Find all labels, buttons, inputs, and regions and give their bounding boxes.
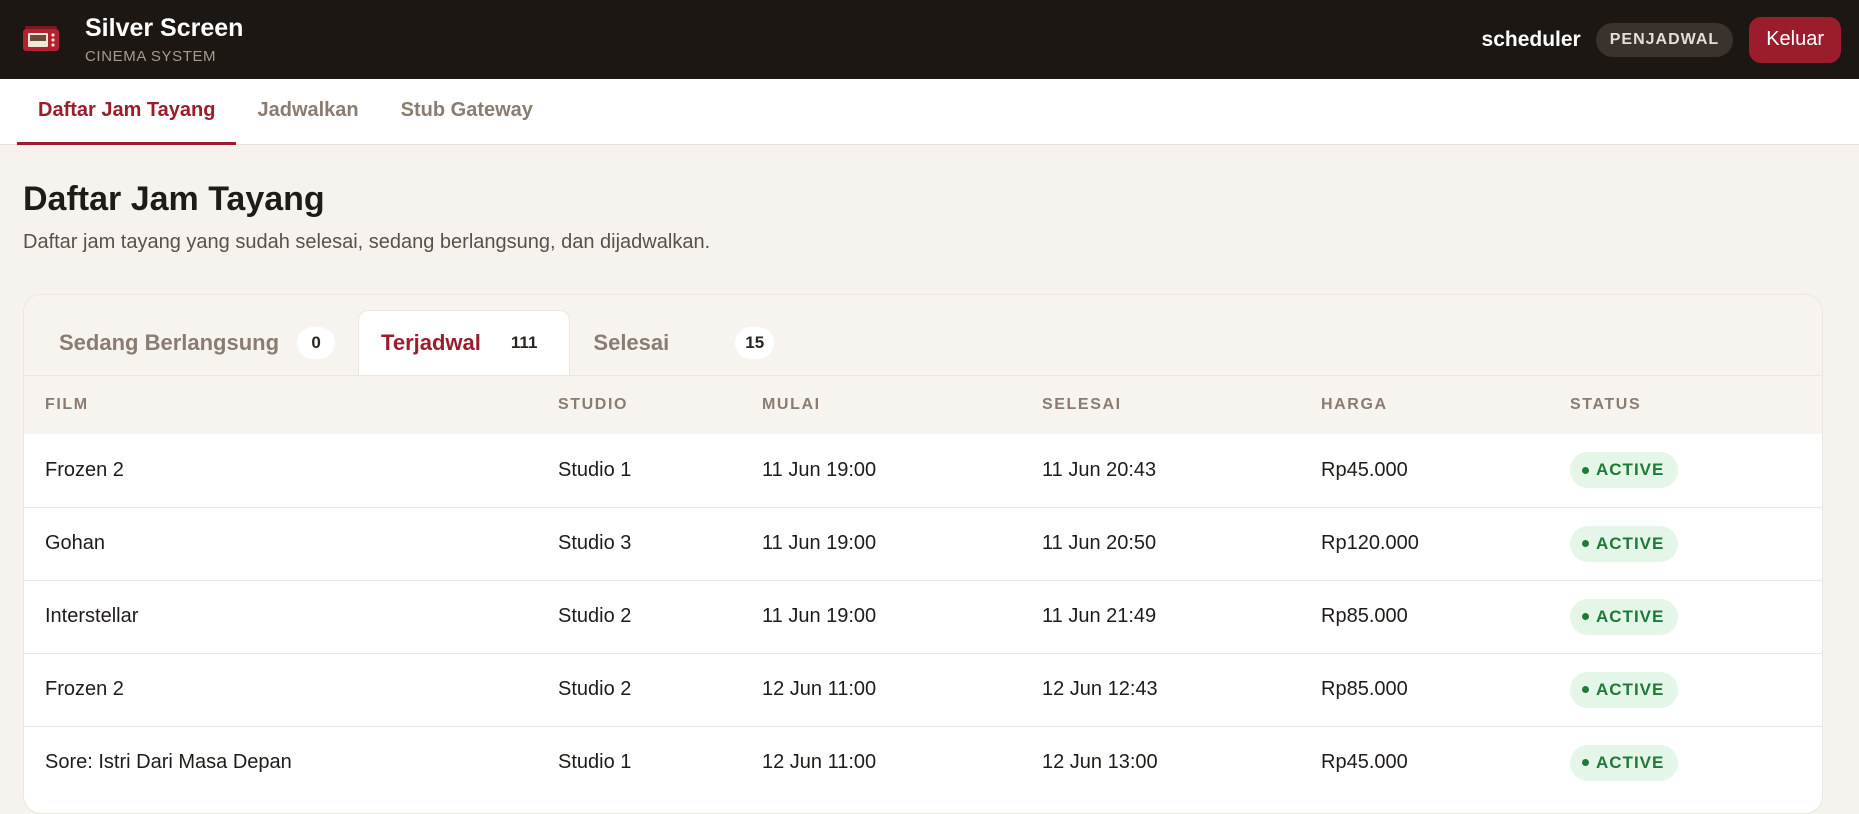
cell-film: Frozen 2: [45, 458, 124, 481]
cell-studio: Studio 3: [558, 532, 632, 554]
status-badge: ACTIVE: [1570, 452, 1679, 489]
status-dot-icon: [1582, 613, 1589, 620]
role-badge: PENJADWAL: [1595, 22, 1734, 57]
cinema-ticket-icon: [23, 25, 59, 51]
cell-studio: Studio 1: [558, 458, 632, 481]
cell-status: ACTIVE: [1549, 726, 1822, 799]
cell-harga: Rp45.000: [1321, 751, 1408, 774]
status-badge: ACTIVE: [1570, 671, 1679, 708]
table-header-row: FILM STUDIO MULAI SELESAI HARGA STATUS: [24, 376, 1822, 434]
cell-film: Sore: Istri Dari Masa Depan: [45, 751, 292, 774]
logout-button[interactable]: Keluar: [1749, 16, 1841, 63]
cell-status: ACTIVE: [1549, 580, 1822, 653]
cell-film: Gohan: [45, 532, 106, 554]
status-dot-icon: [1582, 686, 1589, 693]
status-tab-label: Selesai: [593, 330, 670, 355]
nav-tab-jadwalkan[interactable]: Jadwalkan: [236, 79, 379, 145]
cell-studio: Studio 2: [558, 678, 632, 700]
cell-mulai: 11 Jun 19:00: [762, 605, 877, 627]
cell-studio: Studio 1: [558, 751, 632, 774]
status-tab-selesai[interactable]: Selesai 15: [570, 310, 797, 375]
brand-title: Silver Screen: [85, 14, 244, 42]
status-tab-terjadwal[interactable]: Terjadwal 111: [358, 310, 571, 375]
cell-studio: Studio 2: [558, 605, 632, 627]
brand: Silver Screen CINEMA SYSTEM: [22, 14, 243, 65]
showtimes-card: Sedang Berlangsung 0 Terjadwal 111 Seles…: [23, 294, 1823, 814]
column-header-mulai: MULAI: [762, 396, 821, 413]
column-header-film: FILM: [45, 396, 89, 413]
cell-selesai: 12 Jun 12:43: [1042, 678, 1158, 700]
brand-subtitle: CINEMA SYSTEM: [85, 48, 217, 65]
cell-harga: Rp85.000: [1321, 678, 1408, 700]
status-tab-sedang-berlangsung[interactable]: Sedang Berlangsung 0: [36, 310, 358, 375]
top-header: Silver Screen CINEMA SYSTEM scheduler PE…: [0, 0, 1859, 79]
cell-harga: Rp45.000: [1321, 458, 1408, 481]
status-tab-label: Terjadwal: [381, 330, 481, 355]
status-dot-icon: [1582, 540, 1589, 547]
status-badge: ACTIVE: [1570, 525, 1679, 562]
username: scheduler: [1481, 27, 1581, 51]
status-badge: ACTIVE: [1570, 744, 1679, 781]
cell-status: ACTIVE: [1549, 653, 1822, 726]
table-row[interactable]: Gohan Studio 3 11 Jun 19:00 11 Jun 20:50…: [24, 507, 1822, 580]
status-tabs: Sedang Berlangsung 0 Terjadwal 111 Seles…: [24, 295, 1822, 376]
cell-status: ACTIVE: [1549, 507, 1822, 580]
cell-selesai: 11 Jun 20:43: [1042, 458, 1157, 481]
status-dot-icon: [1582, 759, 1589, 767]
cell-mulai: 12 Jun 11:00: [762, 751, 877, 774]
cell-harga: Rp120.000: [1321, 532, 1419, 554]
main-nav: Daftar Jam Tayang Jadwalkan Stub Gateway: [0, 79, 1859, 145]
cell-harga: Rp85.000: [1321, 605, 1408, 627]
column-header-status: STATUS: [1570, 396, 1642, 413]
nav-tab-daftar-jam-tayang[interactable]: Daftar Jam Tayang: [17, 79, 237, 145]
cell-mulai: 12 Jun 11:00: [762, 678, 877, 700]
status-tab-count: 111: [500, 327, 548, 359]
table-row[interactable]: Frozen 2 Studio 2 12 Jun 11:00 12 Jun 12…: [24, 653, 1822, 726]
nav-tab-stub-gateway[interactable]: Stub Gateway: [380, 79, 554, 145]
status-badge: ACTIVE: [1570, 598, 1679, 635]
table-row[interactable]: Sore: Istri Dari Masa Depan Studio 1 12 …: [24, 726, 1822, 799]
status-text: ACTIVE: [1596, 752, 1665, 772]
showtimes-table: FILM STUDIO MULAI SELESAI HARGA STATUS F…: [24, 376, 1822, 799]
status-tab-label: Sedang Berlangsung: [59, 330, 280, 355]
cell-selesai: 12 Jun 13:00: [1042, 751, 1158, 774]
status-text: ACTIVE: [1596, 533, 1665, 553]
status-text: ACTIVE: [1596, 679, 1665, 699]
cell-film: Frozen 2: [45, 678, 124, 700]
status-tab-count: 0: [297, 327, 336, 359]
column-header-studio: STUDIO: [558, 396, 629, 413]
status-dot-icon: [1582, 466, 1589, 474]
page-title: Daftar Jam Tayang: [23, 180, 325, 218]
column-header-harga: HARGA: [1321, 396, 1388, 413]
cell-mulai: 11 Jun 19:00: [762, 532, 877, 554]
cell-mulai: 11 Jun 19:00: [762, 458, 877, 481]
cell-selesai: 11 Jun 21:49: [1042, 605, 1157, 627]
table-row[interactable]: Frozen 2 Studio 1 11 Jun 19:00 11 Jun 20…: [24, 434, 1822, 507]
status-text: ACTIVE: [1596, 606, 1665, 626]
cell-selesai: 11 Jun 20:50: [1042, 532, 1157, 554]
cell-status: ACTIVE: [1549, 434, 1822, 507]
column-header-selesai: SELESAI: [1042, 396, 1122, 413]
table-row[interactable]: Interstellar Studio 2 11 Jun 19:00 11 Ju…: [24, 580, 1822, 653]
status-text: ACTIVE: [1596, 460, 1665, 480]
page-description: Daftar jam tayang yang sudah selesai, se…: [23, 231, 711, 253]
cell-film: Interstellar: [45, 605, 139, 627]
user-area: scheduler PENJADWAL Keluar: [1481, 16, 1841, 63]
status-tab-count: 15: [735, 327, 775, 359]
